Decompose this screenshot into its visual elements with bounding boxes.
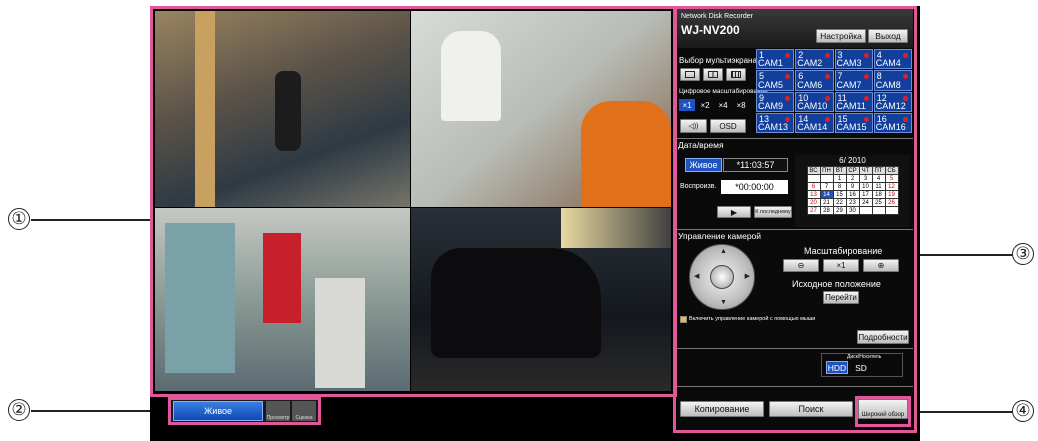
area-4-frame (855, 396, 911, 427)
leader-line (31, 410, 168, 412)
callout-1: ① (8, 208, 30, 230)
screenshot: ① ② ③ ④ Живое Просмотр Сценка Network Di… (0, 0, 1038, 441)
scene-button[interactable]: Сценка (292, 401, 316, 421)
leader-line (911, 411, 1012, 413)
callout-2: ② (8, 399, 30, 421)
area-3-frame (673, 6, 917, 433)
browse-button[interactable]: Просмотр (266, 401, 290, 421)
leader-line (916, 254, 1012, 256)
callout-3: ③ (1012, 243, 1034, 265)
leader-line (31, 219, 152, 221)
area-1-frame (150, 6, 677, 397)
live-button[interactable]: Живое (173, 401, 263, 421)
callout-4: ④ (1012, 400, 1034, 422)
